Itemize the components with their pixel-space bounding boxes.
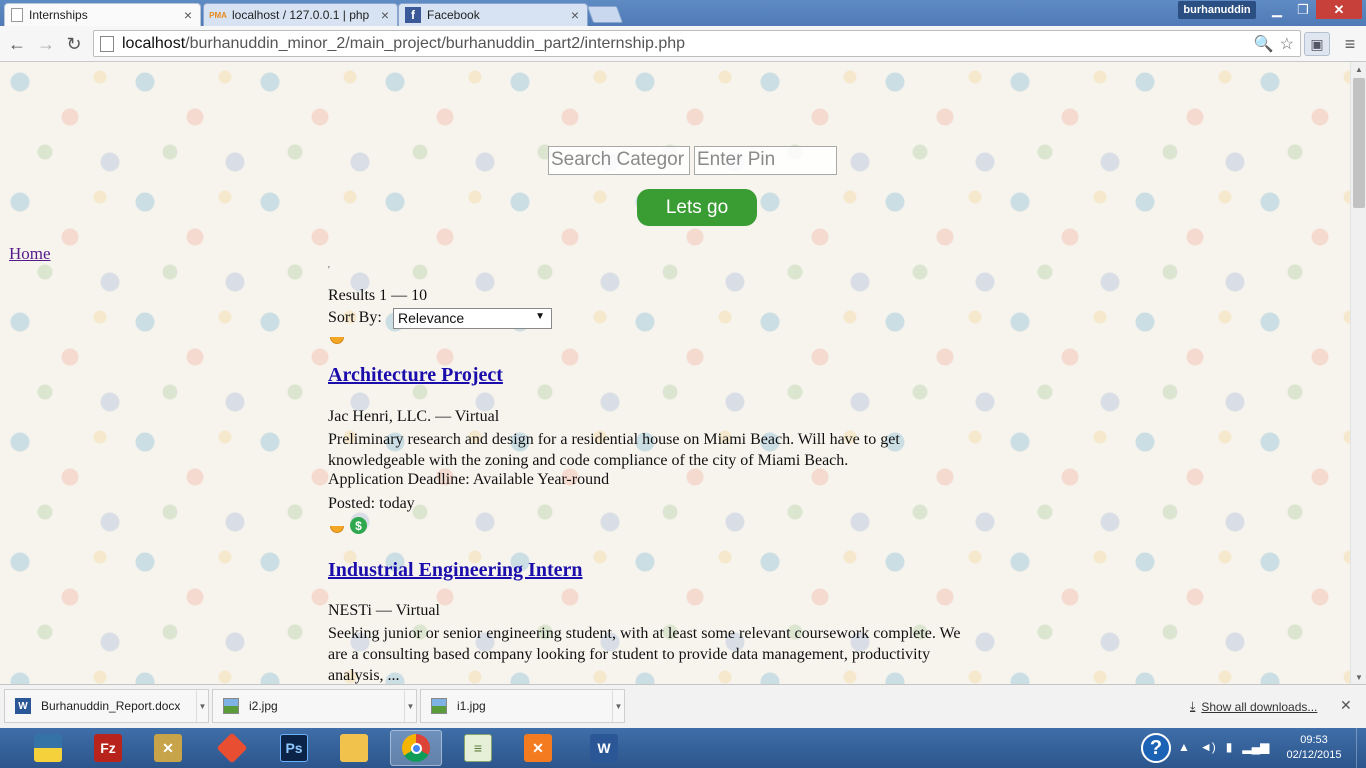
half-circle-icon [330,337,344,344]
filezilla-icon[interactable]: Fz [82,730,134,766]
scroll-up-arrow-icon[interactable]: ▲ [1351,62,1366,76]
forward-arrow-icon[interactable]: → [34,32,58,56]
word-doc-icon: W [15,698,31,714]
chevron-up-icon[interactable]: ▲ [1178,740,1190,754]
tools-icon[interactable]: ✕ [142,730,194,766]
chevron-down-icon[interactable]: ▼ [196,690,208,722]
close-icon[interactable]: × [569,7,581,23]
tab-internships[interactable]: Internships × [4,3,201,26]
sort-dropdown[interactable]: Relevance ▼ [393,308,552,329]
file-explorer-icon[interactable] [328,730,380,766]
tab-phpmyadmin[interactable]: PMA localhost / 127.0.0.1 | php × [203,3,398,26]
lets-go-button[interactable]: Lets go [637,189,757,226]
page-viewport: Search Categor Enter Pin Lets go Home ' … [0,62,1350,684]
vertical-scrollbar[interactable]: ▲ ▼ [1350,62,1366,684]
phpmyadmin-icon: PMA [209,10,227,20]
image-file-icon [223,698,239,714]
browser-title-bar: Internships × PMA localhost / 127.0.0.1 … [0,0,1366,26]
job-title-link[interactable]: Industrial Engineering Intern [328,559,582,582]
tab-label: localhost / 127.0.0.1 | php [232,8,370,22]
git-icon[interactable] [206,730,258,766]
download-name: i2.jpg [249,699,278,713]
job-description: Preliminary research and design for a re… [328,431,900,469]
tab-label: Internships [29,8,88,22]
chevron-down-icon[interactable]: ▼ [612,690,624,722]
taskbar-clock[interactable]: 09:53 02/12/2015 [1284,733,1344,763]
job-company: Jac Henri, LLC. — Virtual [328,408,500,425]
extension-icon[interactable]: ▣ [1304,32,1330,56]
sort-label: Sort By: [328,309,382,326]
show-desktop-button[interactable] [1356,728,1366,768]
clock-time: 09:53 [1300,734,1328,746]
job-company: NESTi — Virtual [328,602,440,619]
python-icon[interactable] [22,730,74,766]
window-close-button[interactable]: ✕ [1316,0,1362,19]
results-marker: ' [328,265,330,276]
search-category-input[interactable]: Search Categor [548,146,690,175]
show-all-label: Show all downloads... [1201,699,1318,714]
download-item[interactable]: i1.jpg ▼ [420,689,625,723]
photoshop-icon[interactable]: Ps [268,730,320,766]
dollar-icon: $ [350,517,367,534]
bookmark-star-icon[interactable]: ☆ [1280,34,1294,54]
home-link[interactable]: Home [9,244,51,264]
reload-icon[interactable]: ↻ [62,32,86,56]
minimize-button[interactable]: ▁ [1264,0,1290,19]
close-icon[interactable]: × [379,7,391,23]
job-deadline: Application Deadline: Available Year-rou… [328,471,610,488]
chevron-down-icon[interactable]: ▼ [404,690,416,722]
xampp-icon[interactable]: ✕ [512,730,564,766]
tab-label: Facebook [427,8,480,22]
download-name: Burhanuddin_Report.docx [41,699,181,713]
chrome-icon[interactable] [390,730,442,766]
zoom-icon[interactable]: 🔍 [1254,34,1274,54]
menu-icon[interactable]: ≡ [1338,32,1362,56]
page-icon [11,8,23,22]
scrollbar-thumb[interactable] [1353,78,1365,208]
word-icon[interactable]: W [578,730,630,766]
help-icon[interactable]: ? [1141,733,1171,763]
address-bar[interactable]: localhost/burhanuddin_minor_2/main_proje… [93,30,1301,57]
battery-icon[interactable]: ▮ [1226,740,1233,754]
download-item[interactable]: i2.jpg ▼ [212,689,417,723]
profile-badge[interactable]: burhanuddin [1178,1,1256,19]
tab-facebook[interactable]: f Facebook × [398,3,588,26]
back-arrow-icon[interactable]: ← [5,32,29,56]
scroll-down-arrow-icon[interactable]: ▼ [1351,670,1366,684]
job-title-link[interactable]: Architecture Project [328,364,503,387]
sort-selected-value: Relevance [398,310,465,326]
facebook-icon: f [405,7,421,23]
browser-toolbar: ← → ↻ localhost/burhanuddin_minor_2/main… [0,26,1366,62]
download-item[interactable]: W Burhanuddin_Report.docx ▼ [4,689,209,723]
page-icon [100,35,114,52]
job-description: Seeking junior or senior engineering stu… [328,625,961,684]
image-file-icon [431,698,447,714]
new-tab-button[interactable] [586,6,624,23]
close-icon[interactable]: × [182,7,194,23]
pin-input[interactable]: Enter Pin [694,146,837,175]
url-text: localhost/burhanuddin_minor_2/main_proje… [122,35,685,53]
signal-icon[interactable]: ▂▄▆ [1242,740,1269,754]
half-circle-icon [330,526,344,533]
system-tray: ▲ ◄) ▮ ▂▄▆ [1178,740,1269,754]
show-all-downloads-link[interactable]: ⤓ Show all downloads... [1190,699,1317,714]
close-icon[interactable]: ✕ [1340,697,1352,714]
volume-icon[interactable]: ◄) [1200,740,1216,754]
url-host: localhost [122,34,186,52]
maximize-button[interactable]: ❐ [1290,0,1316,19]
downloads-shelf: W Burhanuddin_Report.docx ▼ i2.jpg ▼ i1.… [0,684,1366,728]
download-arrow-icon: ⤓ [1190,699,1196,713]
download-name: i1.jpg [457,699,486,713]
job-posted: Posted: today [328,495,415,512]
clock-date: 02/12/2015 [1286,749,1342,761]
url-path: /burhanuddin_minor_2/main_project/burhan… [185,34,686,52]
dropdown-arrow-icon: ▼ [535,311,545,322]
results-count: Results 1 — 10 [328,287,428,304]
notepad-icon[interactable]: ≡ [452,730,504,766]
